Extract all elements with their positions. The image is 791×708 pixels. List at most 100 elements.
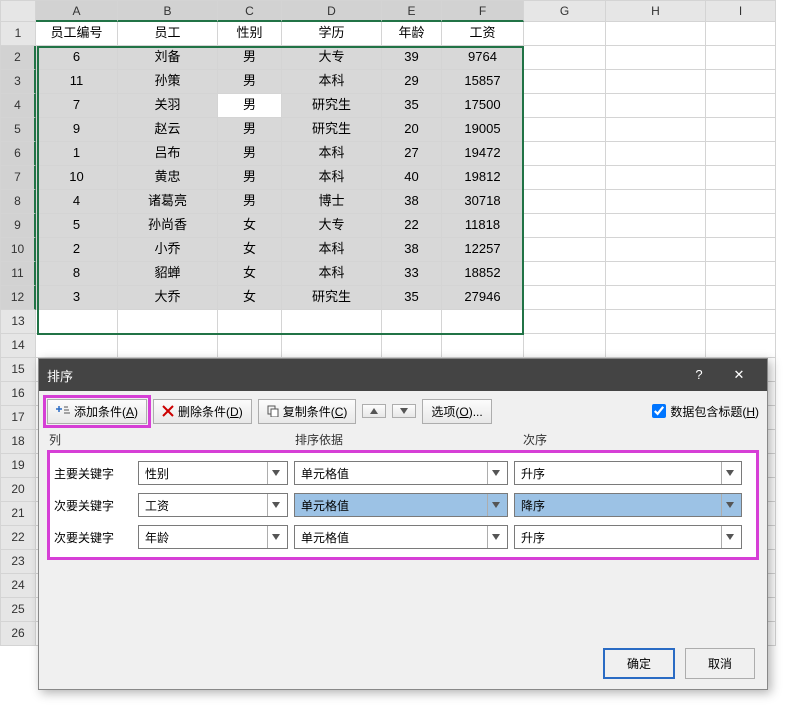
cell[interactable]: 大专 (282, 214, 382, 238)
cell[interactable] (606, 334, 706, 358)
cell[interactable]: 10 (36, 166, 118, 190)
cell[interactable] (524, 166, 606, 190)
cell[interactable]: 工资 (442, 22, 524, 46)
cell[interactable] (282, 334, 382, 358)
chevron-down-icon[interactable] (487, 494, 503, 516)
row-header-12[interactable]: 12 (0, 286, 36, 310)
row-header-17[interactable]: 17 (0, 406, 36, 430)
col-header-H[interactable]: H (606, 0, 706, 22)
row-header-1[interactable]: 1 (0, 22, 36, 46)
cell[interactable] (606, 190, 706, 214)
cell[interactable] (606, 142, 706, 166)
col-header-F[interactable]: F (442, 0, 524, 22)
cell[interactable]: 19472 (442, 142, 524, 166)
cell[interactable]: 研究生 (282, 118, 382, 142)
cell[interactable]: 本科 (282, 166, 382, 190)
sort-basis-select[interactable]: 单元格值 (294, 525, 508, 549)
cell[interactable] (524, 70, 606, 94)
cell[interactable] (706, 334, 776, 358)
sort-field-select[interactable]: 工资 (138, 493, 288, 517)
cell[interactable]: 18852 (442, 262, 524, 286)
cell[interactable] (706, 142, 776, 166)
cell[interactable]: 性别 (218, 22, 282, 46)
cell[interactable]: 学历 (282, 22, 382, 46)
cell[interactable]: 男 (218, 94, 282, 118)
cell[interactable] (524, 310, 606, 334)
row-header-7[interactable]: 7 (0, 166, 36, 190)
cell[interactable]: 35 (382, 94, 442, 118)
cell[interactable]: 3 (36, 286, 118, 310)
cell[interactable]: 38 (382, 238, 442, 262)
cell[interactable]: 38 (382, 190, 442, 214)
row-header-3[interactable]: 3 (0, 70, 36, 94)
col-header-C[interactable]: C (218, 0, 282, 22)
cell[interactable] (706, 238, 776, 262)
cell[interactable]: 员工 (118, 22, 218, 46)
cell[interactable]: 吕布 (118, 142, 218, 166)
cell[interactable] (524, 238, 606, 262)
help-button[interactable]: ? (679, 359, 719, 391)
cell[interactable]: 男 (218, 166, 282, 190)
cell[interactable] (606, 94, 706, 118)
select-all-corner[interactable] (0, 0, 36, 22)
sort-field-select[interactable]: 年龄 (138, 525, 288, 549)
cell[interactable] (524, 334, 606, 358)
cell[interactable] (36, 334, 118, 358)
cell[interactable] (606, 70, 706, 94)
cell[interactable] (706, 46, 776, 70)
delete-level-button[interactable]: 删除条件(D) (153, 399, 252, 424)
chevron-down-icon[interactable] (721, 462, 737, 484)
row-header-19[interactable]: 19 (0, 454, 36, 478)
cell[interactable]: 15857 (442, 70, 524, 94)
row-header-23[interactable]: 23 (0, 550, 36, 574)
cell[interactable] (706, 70, 776, 94)
cell[interactable]: 孙策 (118, 70, 218, 94)
cell[interactable]: 17500 (442, 94, 524, 118)
cell[interactable]: 7 (36, 94, 118, 118)
row-header-26[interactable]: 26 (0, 622, 36, 646)
cell[interactable] (282, 310, 382, 334)
cell[interactable] (36, 310, 118, 334)
cell[interactable]: 大专 (282, 46, 382, 70)
cell[interactable]: 8 (36, 262, 118, 286)
cell[interactable]: 小乔 (118, 238, 218, 262)
cell[interactable]: 5 (36, 214, 118, 238)
row-header-20[interactable]: 20 (0, 478, 36, 502)
row-header-18[interactable]: 18 (0, 430, 36, 454)
add-level-button[interactable]: 添加条件(A) (47, 399, 147, 424)
cell[interactable] (524, 46, 606, 70)
col-header-B[interactable]: B (118, 0, 218, 22)
cell[interactable]: 年龄 (382, 22, 442, 46)
sort-order-select[interactable]: 升序 (514, 461, 742, 485)
cell[interactable]: 男 (218, 118, 282, 142)
cell[interactable] (706, 22, 776, 46)
cell[interactable]: 22 (382, 214, 442, 238)
cell[interactable]: 11818 (442, 214, 524, 238)
cell[interactable] (524, 22, 606, 46)
cell[interactable] (606, 22, 706, 46)
cell[interactable]: 35 (382, 286, 442, 310)
cell[interactable]: 6 (36, 46, 118, 70)
row-header-11[interactable]: 11 (0, 262, 36, 286)
sort-field-select[interactable]: 性别 (138, 461, 288, 485)
row-header-5[interactable]: 5 (0, 118, 36, 142)
col-header-I[interactable]: I (706, 0, 776, 22)
cell[interactable]: 大乔 (118, 286, 218, 310)
cell[interactable] (524, 94, 606, 118)
cell[interactable] (218, 334, 282, 358)
cell[interactable] (524, 262, 606, 286)
cell[interactable]: 博士 (282, 190, 382, 214)
cell[interactable] (606, 286, 706, 310)
cell[interactable]: 9 (36, 118, 118, 142)
row-header-8[interactable]: 8 (0, 190, 36, 214)
move-down-button[interactable] (392, 404, 416, 418)
cell[interactable] (606, 118, 706, 142)
cell[interactable]: 女 (218, 262, 282, 286)
copy-level-button[interactable]: 复制条件(C) (258, 399, 357, 424)
sort-basis-select[interactable]: 单元格值 (294, 493, 508, 517)
cell[interactable]: 赵云 (118, 118, 218, 142)
cell[interactable]: 9764 (442, 46, 524, 70)
cell[interactable] (706, 118, 776, 142)
cell[interactable]: 研究生 (282, 286, 382, 310)
chevron-down-icon[interactable] (721, 526, 737, 548)
